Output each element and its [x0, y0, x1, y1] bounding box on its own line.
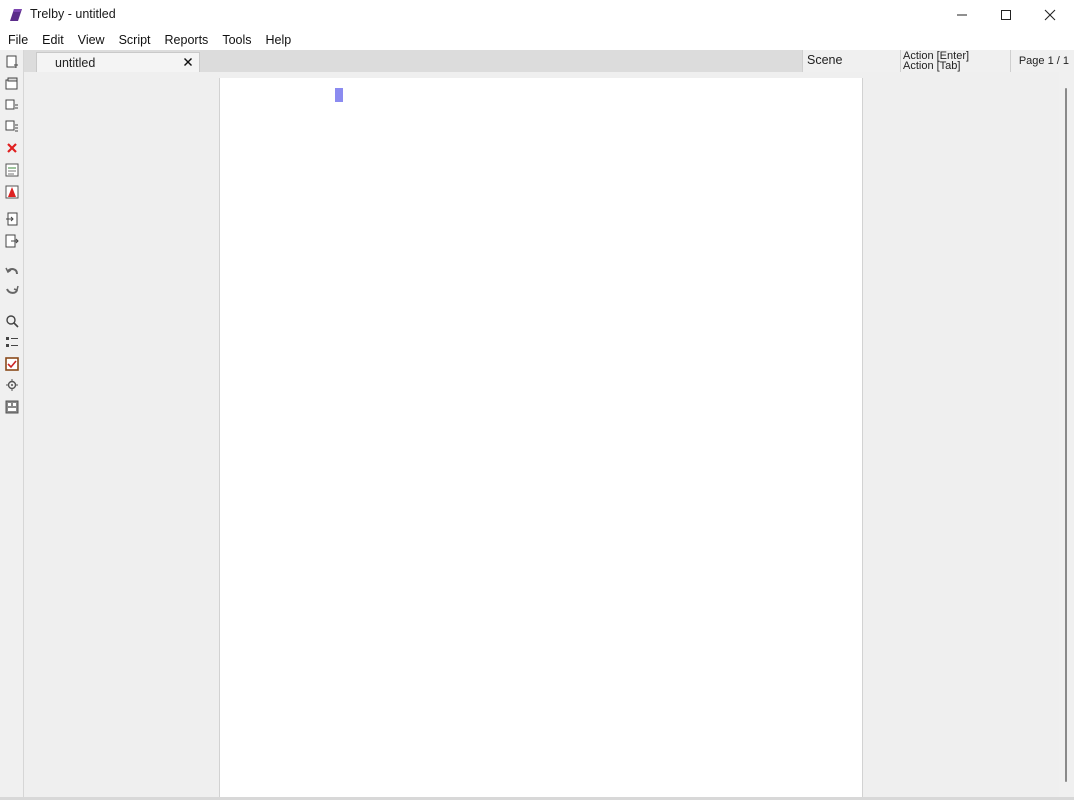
save-as-icon — [5, 120, 18, 131]
close-icon — [1044, 9, 1056, 21]
export-pdf-button[interactable] — [3, 183, 20, 200]
element-type-label: Scene — [807, 53, 843, 67]
menu-help[interactable]: Help — [259, 30, 299, 50]
new-script-icon — [6, 55, 18, 68]
save-as-button[interactable] — [3, 117, 20, 134]
next-element-status: Action [Enter] Action [Tab] — [900, 50, 1011, 72]
settings-list-icon — [5, 336, 18, 347]
export-pdf-icon — [5, 185, 18, 198]
menu-file[interactable]: File — [0, 30, 35, 50]
open-button[interactable] — [3, 75, 20, 92]
menu-tools[interactable]: Tools — [215, 30, 258, 50]
minimize-icon — [957, 14, 967, 16]
tab-action-hint: Action [Tab] — [903, 60, 961, 72]
script-page[interactable] — [219, 78, 863, 800]
import-text-button[interactable] — [3, 210, 20, 227]
tab-strip: untitled — [24, 50, 802, 73]
close-script-icon — [6, 142, 17, 153]
redo-icon — [5, 285, 19, 294]
maximize-button[interactable] — [984, 0, 1028, 30]
scrollbar-thumb[interactable] — [1065, 88, 1067, 782]
undo-icon — [4, 267, 18, 274]
character-map-button[interactable] — [3, 398, 20, 415]
menu-script[interactable]: Script — [112, 30, 158, 50]
redo-button[interactable] — [3, 282, 20, 299]
new-script-button[interactable] — [3, 53, 20, 70]
tab-close-button[interactable] — [181, 54, 195, 70]
maximize-icon — [1001, 10, 1011, 20]
save-icon — [5, 99, 18, 109]
settings-icon — [5, 378, 18, 391]
menu-edit[interactable]: Edit — [35, 30, 71, 50]
find-icon — [5, 314, 19, 328]
vertical-scrollbar[interactable] — [1059, 72, 1074, 800]
trelby-app-icon — [10, 9, 22, 21]
export-text-icon — [5, 234, 19, 247]
find-button[interactable] — [3, 312, 20, 329]
window-title: Trelby - untitled — [30, 7, 116, 21]
minimize-button[interactable] — [940, 0, 984, 30]
text-cursor — [335, 88, 343, 102]
save-button[interactable] — [3, 96, 20, 113]
settings-list-button[interactable] — [3, 333, 20, 350]
menu-bar: File Edit View Script Reports Tools Help — [0, 30, 1074, 50]
check-script-button[interactable] — [3, 355, 20, 372]
open-icon — [5, 77, 17, 89]
menu-view[interactable]: View — [71, 30, 112, 50]
page-count: Page 1 / 1 — [1018, 55, 1069, 67]
character-map-icon — [5, 400, 18, 413]
import-button[interactable] — [3, 161, 20, 178]
import-icon — [5, 163, 18, 176]
menu-reports[interactable]: Reports — [158, 30, 216, 50]
page-status: Page 1 / 1 — [1010, 50, 1074, 72]
close-icon — [184, 58, 192, 66]
import-text-icon — [5, 212, 17, 225]
settings-button[interactable] — [3, 376, 20, 393]
element-type-status: Scene — [802, 50, 901, 72]
close-window-button[interactable] — [1028, 0, 1072, 30]
tab-label: untitled — [55, 56, 96, 70]
title-bar: Trelby - untitled — [0, 0, 1074, 30]
check-script-icon — [4, 356, 19, 371]
undo-button[interactable] — [3, 262, 20, 279]
close-script-button[interactable] — [3, 139, 20, 156]
left-toolbar — [0, 50, 24, 800]
tab-untitled[interactable]: untitled — [36, 52, 200, 73]
export-text-button[interactable] — [3, 232, 20, 249]
